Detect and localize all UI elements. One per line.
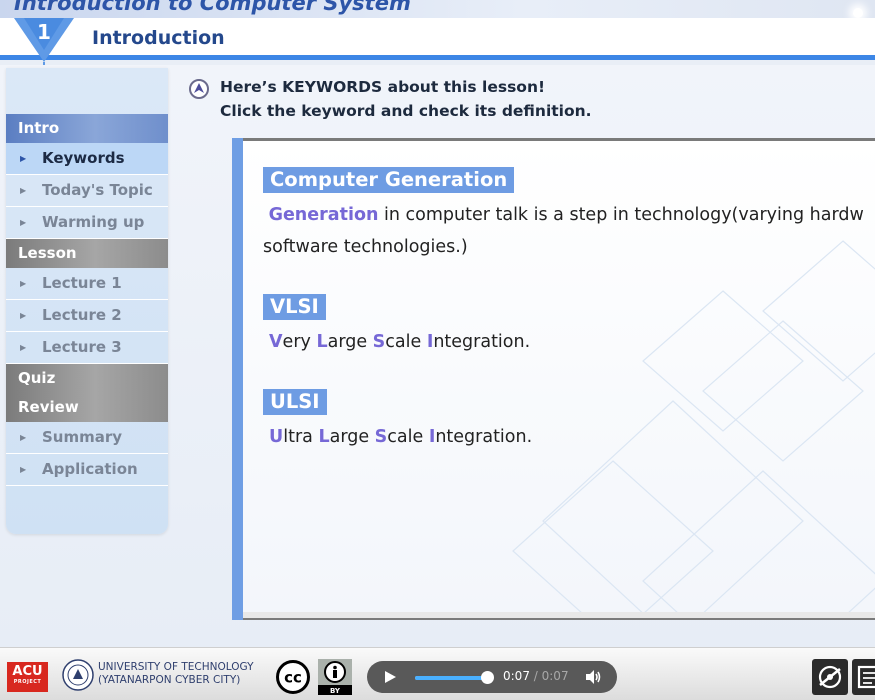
definition-text: arge <box>329 427 375 447</box>
instructions: Here’s KEYWORDS about this lesson! Click… <box>220 75 592 123</box>
keyword-panel-footer <box>243 612 875 618</box>
notepad-icon <box>857 665 875 689</box>
definition-text: ltra <box>283 427 319 447</box>
volume-icon[interactable] <box>584 668 602 686</box>
keyword-vlsi[interactable]: VLSI <box>263 294 326 320</box>
triangle-bullet-icon: ▶ <box>20 311 27 320</box>
definition-text: cale <box>385 332 427 352</box>
nav-section-quiz[interactable]: Quiz <box>6 364 168 393</box>
acronym-letter: S <box>374 427 388 447</box>
definition-vlsi: Very Large Scale Integration. <box>269 326 530 358</box>
triangle-bullet-icon: ▶ <box>20 279 27 288</box>
license-cc-text: cc <box>284 669 302 687</box>
nav-section-lesson[interactable]: Lesson <box>6 239 168 268</box>
play-icon[interactable] <box>383 670 397 684</box>
triangle-bullet-icon: ▶ <box>20 154 27 163</box>
creative-commons-icon: cc <box>276 660 310 694</box>
keyword-panel: Computer Generation Generation in comput… <box>243 141 875 613</box>
sidebar-item-keywords[interactable]: ▶ Keywords <box>6 143 168 175</box>
triangle-bullet-icon: ▶ <box>20 343 27 352</box>
university-name-line-1: UNIVERSITY OF TECHNOLOGY <box>98 661 254 673</box>
acronym-letter: V <box>269 332 283 352</box>
sidebar-item-label: Lecture 2 <box>42 306 122 324</box>
chapter-header: 1 Introduction <box>0 18 875 70</box>
acronym-letter: L <box>316 332 328 352</box>
definition-text: ntegration. <box>433 332 531 352</box>
acu-logo: ACU PROJECT <box>7 662 48 692</box>
pointer-icon <box>189 79 209 99</box>
definition-computer-generation: Generation in computer talk is a step in… <box>263 199 864 263</box>
university-seal-icon <box>62 659 94 691</box>
sidebar-item-label: Lecture 1 <box>42 274 122 292</box>
notes-button[interactable] <box>852 659 875 695</box>
course-title: Introduction to Computer System <box>14 0 411 15</box>
sidebar-item-label: Application <box>42 460 138 478</box>
hide-button[interactable] <box>812 659 848 695</box>
definition-text: arge <box>327 332 373 352</box>
definition-ulsi: Ultra Large Scale Integration. <box>269 421 532 453</box>
keyword-computer-generation[interactable]: Computer Generation <box>263 167 515 193</box>
triangle-bullet-icon: ▶ <box>20 186 27 195</box>
eye-off-icon <box>818 665 842 689</box>
chapter-number: 1 <box>37 20 51 44</box>
definition-text: cale <box>387 427 429 447</box>
sidebar-item-warming-up[interactable]: ▶ Warming up <box>6 207 168 239</box>
sparkle-decoration <box>853 8 863 18</box>
duration: 0:07 <box>541 669 569 683</box>
keyword-panel-accent <box>232 138 243 620</box>
license-by-text: BY <box>330 687 341 695</box>
university-name-line-2: (YATANARPON CYBER CITY) <box>98 674 241 686</box>
sidebar-nav: Intro ▶ Keywords ▶ Today's Topic ▶ Warming … <box>6 68 168 534</box>
current-time: 0:07 <box>503 669 530 683</box>
acu-logo-subtext: PROJECT <box>13 679 42 685</box>
sidebar-item-label: Summary <box>42 428 123 446</box>
acronym-letter: L <box>318 427 330 447</box>
progress-fill <box>415 676 488 680</box>
sidebar-item-lecture-3[interactable]: ▶ Lecture 3 <box>6 332 168 364</box>
attribution-by-icon: BY <box>318 659 352 695</box>
sidebar-item-label: Today's Topic <box>42 181 153 199</box>
definition-text: in computer talk is a step in technology… <box>378 205 864 225</box>
university-name: UNIVERSITY OF TECHNOLOGY (YATANARPON CYB… <box>98 661 253 687</box>
sidebar-item-summary[interactable]: ▶ Summary <box>6 422 168 454</box>
acronym-letter: U <box>269 427 284 447</box>
sidebar-item-label: Lecture 3 <box>42 338 122 356</box>
definition-highlight: Generation <box>268 205 379 225</box>
course-title-bar: Introduction to Computer System <box>0 0 875 18</box>
acu-logo-text: ACU <box>12 664 43 679</box>
instruction-line-1: Here’s KEYWORDS about this lesson! <box>220 78 546 96</box>
sidebar-item-label: Keywords <box>42 149 125 167</box>
sidebar-item-lecture-2[interactable]: ▶ Lecture 2 <box>6 300 168 332</box>
sidebar-item-todays-topic[interactable]: ▶ Today's Topic <box>6 175 168 207</box>
triangle-bullet-icon: ▶ <box>20 433 27 442</box>
progress-knob[interactable] <box>481 671 494 684</box>
definition-line: software technologies.) <box>263 237 468 257</box>
sidebar-item-lecture-1[interactable]: ▶ Lecture 1 <box>6 268 168 300</box>
definition-line: Generation in computer talk is a step in… <box>263 199 864 231</box>
time-display: 0:07 / 0:07 <box>503 669 569 683</box>
acronym-letter: S <box>372 332 386 352</box>
page-title: Introduction <box>92 27 225 49</box>
triangle-bullet-icon: ▶ <box>20 218 27 227</box>
chapter-badge: 1 <box>14 18 74 70</box>
nav-section-intro[interactable]: Intro <box>6 114 168 143</box>
definition-text: ery <box>282 332 317 352</box>
sidebar-item-application[interactable]: ▶ Application <box>6 454 168 486</box>
triangle-bullet-icon: ▶ <box>20 465 27 474</box>
keyword-ulsi[interactable]: ULSI <box>263 389 327 415</box>
nav-section-review[interactable]: Review <box>6 393 168 422</box>
definition-text: ntegration. <box>435 427 533 447</box>
time-separator: / <box>529 669 542 683</box>
instruction-line-2: Click the keyword and check its definiti… <box>220 102 592 120</box>
progress-bar[interactable] <box>415 676 488 680</box>
sidebar-item-label: Warming up <box>42 213 145 231</box>
